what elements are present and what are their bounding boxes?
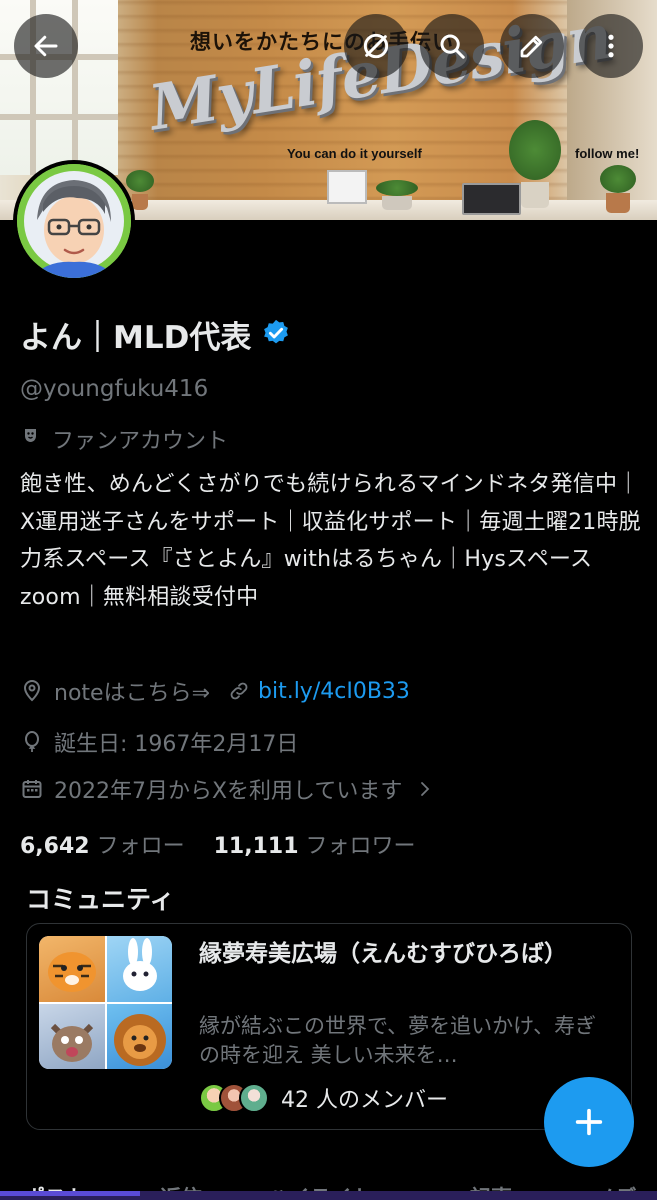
plus-icon [575,1108,603,1136]
name-row: よん｜MLD代表 [20,312,291,357]
member-avatar [239,1083,269,1113]
cat-image [39,1003,105,1069]
no-notification-icon [363,33,389,59]
profile-avatar[interactable] [13,160,135,282]
following-count: 6,642 [20,834,90,859]
profile-website-link[interactable]: bit.ly/4cI0B33 [258,679,410,704]
edit-button[interactable] [500,14,564,78]
calendar-icon [20,777,44,801]
rabbit-image [106,936,172,1002]
banner-subtitle: You can do it yourself [287,146,422,161]
display-name: よん｜MLD代表 [20,320,252,356]
category-label: ファンアカウント [52,429,229,454]
chevron-right-icon [416,780,434,798]
following-label: フォロー [96,834,185,859]
search-button[interactable] [420,14,484,78]
plant-image [372,180,422,210]
link-icon [228,680,250,702]
joined-row[interactable]: 2022年7月からXを利用しています [20,773,444,805]
birthday-text: 誕生日: 1967年2月17日 [54,732,299,757]
community-name: 縁夢寿美広場（えんむすびひろば） [199,941,567,967]
community-thumbnail [39,936,172,1069]
location-row: noteはこちら⇒ bit.ly/4cI0B33 [20,675,410,707]
community-description: 縁が結ぶこの世界で、夢を追いかけ、寿ぎの時を迎え 美しい未来を… [199,1014,597,1067]
followers-count: 11,111 [213,834,299,859]
joined-text: 2022年7月からXを利用しています [54,779,403,804]
handle: @youngfuku416 [20,376,209,402]
community-card[interactable]: 縁夢寿美広場（えんむすびひろば） 縁が結ぶこの世界で、夢を追いかけ、寿ぎの時を迎… [26,923,632,1130]
avatar-image [17,164,131,278]
location-text: noteはこちら⇒ [54,681,210,706]
plant-image [596,165,640,213]
community-members: 42 人のメンバー [199,1082,448,1114]
more-vertical-icon [608,34,614,58]
more-options-button[interactable] [579,14,643,78]
theater-masks-icon [20,424,44,454]
mute-notifications-button[interactable] [344,14,408,78]
lion-image [106,1003,172,1069]
avatar-illustration [17,164,131,278]
pencil-icon [520,35,543,58]
arrow-left-icon [34,35,58,57]
verified-badge-icon[interactable] [261,318,291,352]
balloon-icon [20,730,44,754]
back-button[interactable] [14,14,78,78]
active-tab-indicator [0,1191,140,1196]
banner-follow-text: follow me! [575,146,640,161]
location-pin-icon [20,679,44,703]
member-count: 42 人のメンバー [281,1088,448,1113]
following-link[interactable]: 6,642 フォロー [20,834,192,859]
followers-label: フォロワー [305,834,416,859]
birthday-row: 誕生日: 1967年2月17日 [20,726,298,758]
search-icon [440,34,465,59]
account-category: ファンアカウント [20,423,228,455]
followers-link[interactable]: 11,111 フォロワー [214,834,416,859]
compose-post-button[interactable] [544,1077,634,1167]
profile-bio: 飽き性、めんどくさがりでも続けられるマインドネタ発信中｜X運用迷子さんをサポート… [20,472,641,610]
tiger-image [39,936,105,1002]
plant-image [505,120,565,208]
follow-stats: 6,642 フォロー 11,111 フォロワー [20,828,416,860]
banner-monitor [327,170,367,204]
community-section-title: コミュニティ [26,885,175,914]
